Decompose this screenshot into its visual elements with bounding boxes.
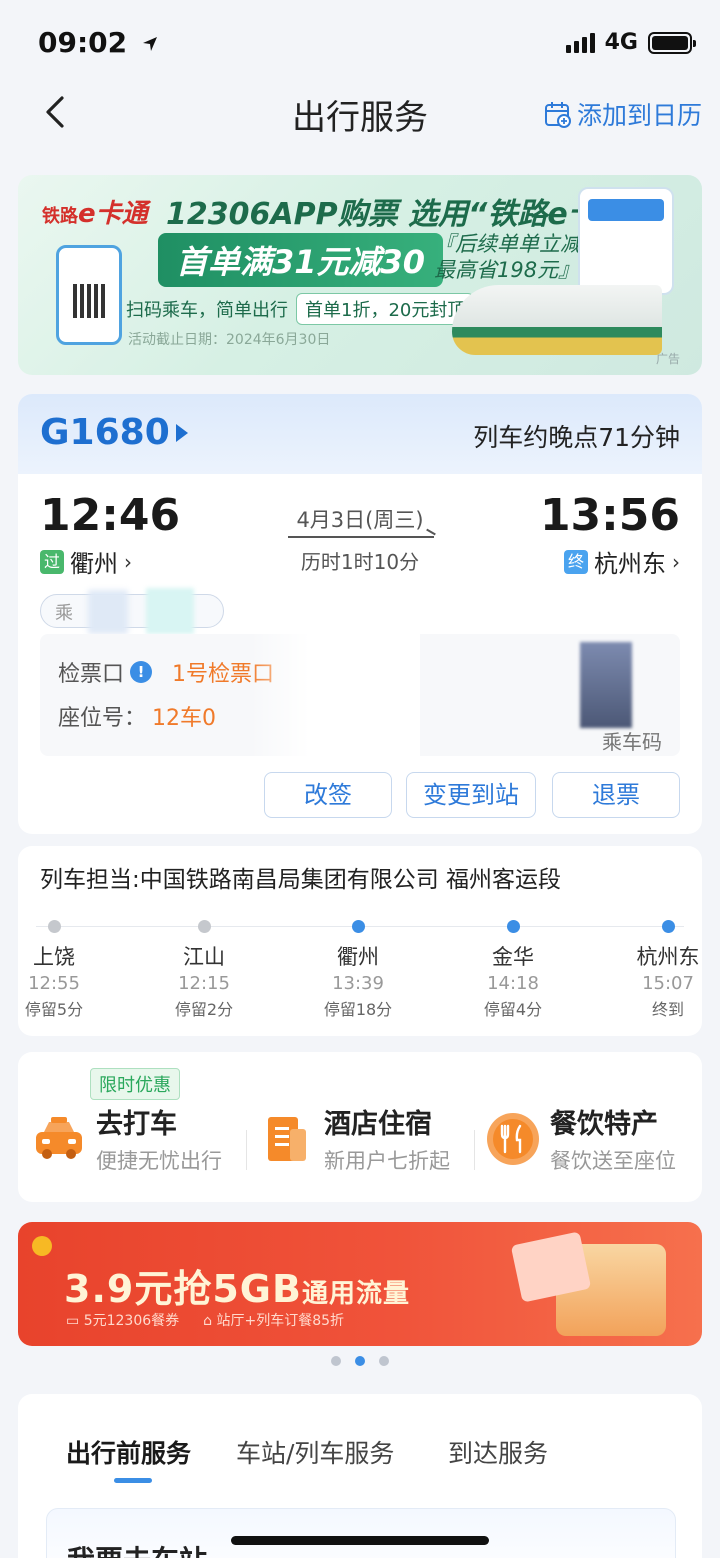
gate-seat-box: 检票口 ! 1号检票口 座位号： 12车0 乘车码 xyxy=(40,634,680,756)
train-number[interactable]: G1680 xyxy=(40,412,188,453)
qr-phone-illustration xyxy=(56,245,122,345)
data-plan-promo-banner[interactable]: 3.9元抢5GB通用流量 ▭ 5元12306餐券 ⌂ 站厅+列车订餐85折 xyxy=(18,1222,702,1346)
add-to-calendar-button[interactable]: 添加到日历 xyxy=(543,96,702,132)
status-bar: 09:02 4G xyxy=(0,0,720,80)
promo-headline: 3.9元抢5GB通用流量 xyxy=(64,1267,410,1311)
train-operator: 列车担当:中国铁路南昌局集团有限公司 福州客运段 xyxy=(40,867,562,893)
stop-dot xyxy=(351,920,365,933)
stop-dot xyxy=(197,920,211,933)
signal-icon xyxy=(565,32,595,53)
go-to-station-title: 我要去车站 xyxy=(67,1539,207,1558)
ticket-card: G1680 列车约晚点71分钟 12:46 过 衢州 › 4月3日(周三) 历时… xyxy=(18,394,702,834)
terminal-badge: 终 xyxy=(564,549,588,574)
arrival-station[interactable]: 终 杭州东 › xyxy=(564,544,680,579)
banner-offer-sub: 『后续单单立减 最高省198元』 xyxy=(434,232,581,282)
route-stop: 金华 14:18 停留4分 xyxy=(453,920,573,1020)
battery-icon xyxy=(648,31,696,54)
status-time: 09:02 xyxy=(38,26,159,59)
redacted-area xyxy=(88,590,128,634)
divider xyxy=(474,1130,475,1170)
carousel-dot[interactable] xyxy=(379,1356,389,1366)
hotel-icon xyxy=(260,1112,314,1166)
hotel-service[interactable]: 酒店住宿 新用户七折起 xyxy=(260,1102,450,1175)
banner-offer: 首单满31元减30 xyxy=(158,233,444,287)
promo-subline: ▭ 5元12306餐券 ⌂ 站厅+列车订餐85折 xyxy=(66,1310,344,1330)
status-indicators: 4G xyxy=(565,30,696,55)
home-indicator[interactable] xyxy=(231,1536,489,1545)
train-illustration xyxy=(452,285,662,355)
go-to-station-card[interactable]: 我要去车站 xyxy=(46,1508,676,1558)
refund-button[interactable]: 退票 xyxy=(552,772,680,818)
change-destination-button[interactable]: 变更到站 xyxy=(406,772,536,818)
nav-bar: 出行服务 添加到日历 xyxy=(0,80,720,150)
add-to-calendar-label: 添加到日历 xyxy=(576,101,702,130)
rail-ecard-logo: 铁路e卡通 xyxy=(42,199,148,229)
tab-station-train[interactable]: 车站/列车服务 xyxy=(236,1434,394,1470)
banner-tagline: 扫码乘车，简单出行 首单1折，20元封顶 xyxy=(126,293,475,325)
qr-code-icon[interactable] xyxy=(580,642,632,728)
route-stop: 江山 12:15 停留2分 xyxy=(144,920,264,1020)
arrival-time: 13:56 xyxy=(539,490,680,541)
location-arrow-icon xyxy=(142,37,157,51)
gate-row: 检票口 ! 1号检票口 xyxy=(58,661,275,687)
info-icon[interactable]: ! xyxy=(130,661,153,683)
ride-code-label: 乘车码 xyxy=(602,730,662,754)
route-stop: 衢州 13:39 停留18分 xyxy=(298,920,418,1020)
gift-box-icon xyxy=(556,1244,666,1336)
redacted-area xyxy=(146,588,194,634)
services-card: 限时优惠 去打车 便捷无忧出行 酒店住宿 新用户七折起 餐饮特产 餐饮送至座位 xyxy=(18,1052,702,1202)
route-card: 列车担当:中国铁路南昌局集团有限公司 福州客运段 上饶 12:55 停留5分 江… xyxy=(18,846,702,1036)
carousel-dot-active[interactable] xyxy=(355,1356,365,1366)
triangle-right-icon xyxy=(175,423,188,442)
seat-row: 座位号： 12车0 xyxy=(58,706,217,731)
carousel-dot[interactable] xyxy=(331,1356,341,1366)
network-label: 4G xyxy=(604,30,638,55)
divider xyxy=(246,1130,247,1170)
tab-pre-travel[interactable]: 出行前服务 xyxy=(66,1434,191,1470)
tab-arrival[interactable]: 到达服务 xyxy=(448,1434,548,1470)
ad-banner[interactable]: 铁路e卡通 12306APP购票 选用“铁路e卡通” 首单满31元减30 『后续… xyxy=(18,175,702,375)
direction-arrow-icon xyxy=(288,536,434,538)
route-stop: 杭州东 15:07 终到 xyxy=(608,920,720,1020)
stop-dot xyxy=(47,920,61,933)
tab-indicator xyxy=(114,1478,152,1483)
change-ticket-button[interactable]: 改签 xyxy=(264,772,392,818)
stop-dot xyxy=(661,920,675,933)
stop-dot xyxy=(506,920,520,933)
limited-offer-badge: 限时优惠 xyxy=(90,1068,180,1100)
meal-coupon-icon: ▭ 5元12306餐券 xyxy=(66,1313,180,1329)
station-meal-icon: ⌂ 站厅+列车订餐85折 xyxy=(203,1313,345,1329)
coin-icon xyxy=(32,1236,52,1256)
taxi-service[interactable]: 去打车 便捷无忧出行 xyxy=(32,1102,222,1175)
taxi-icon xyxy=(32,1112,86,1166)
rider-pill[interactable]: 乘 xyxy=(40,594,224,628)
dining-icon xyxy=(486,1112,540,1166)
carousel-indicator xyxy=(0,1356,720,1366)
ticket-header: G1680 列车约晚点71分钟 xyxy=(18,394,702,474)
delay-status: 列车约晚点71分钟 xyxy=(473,423,680,452)
service-tabs-card: 出行前服务 车站/列车服务 到达服务 我要去车站 xyxy=(18,1394,702,1558)
app-screenshot-illustration xyxy=(578,187,674,295)
calendar-icon xyxy=(544,102,571,128)
chevron-right-icon: › xyxy=(672,549,680,574)
banner-date: 活动截止日期：2024年6月30日 xyxy=(128,332,331,348)
banner-headline: 12306APP购票 选用“铁路e卡通” xyxy=(166,197,647,232)
dining-service[interactable]: 餐饮特产 餐饮送至座位 xyxy=(486,1102,676,1175)
route-stop: 上饶 12:55 停留5分 xyxy=(0,920,114,1020)
redacted-area xyxy=(250,634,420,756)
ad-label: 广告 xyxy=(655,352,680,366)
